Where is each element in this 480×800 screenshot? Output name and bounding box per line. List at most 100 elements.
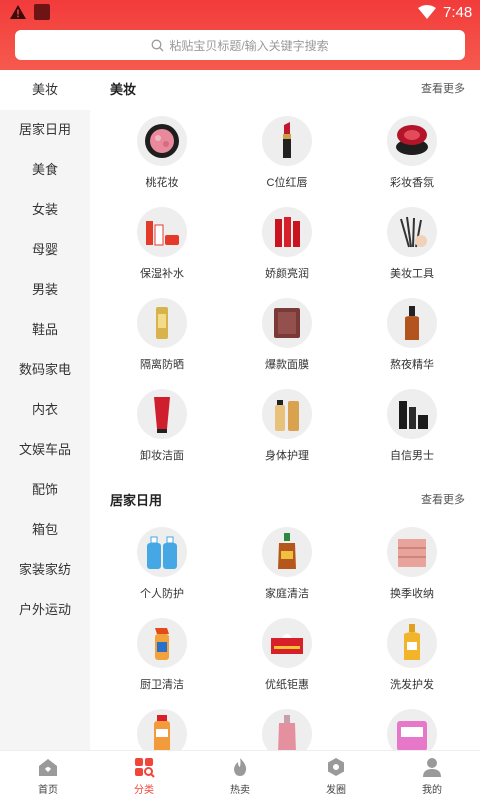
category-item[interactable]: 自信男士 [362,389,462,480]
category-item[interactable]: C位红唇 [237,116,337,207]
category-item[interactable] [112,709,212,750]
item-label: 熬夜精华 [390,359,434,371]
alert-icon [10,5,26,19]
item-label: 优纸钜惠 [265,679,309,691]
item-thumb [387,527,437,577]
item-label: 保湿补水 [140,268,184,280]
sidebar-item-baby[interactable]: 母婴 [0,230,90,270]
item-label: 桃花妆 [145,177,179,189]
category-item[interactable]: 熬夜精华 [362,298,462,389]
sidebar-item-underwear[interactable]: 内衣 [0,390,90,430]
item-thumb [137,389,187,439]
category-item[interactable] [362,709,462,750]
tab-hot[interactable]: 热卖 [192,751,288,800]
item-label: 厨卫清洁 [140,679,184,691]
item-label: 卸妆洁面 [140,450,184,462]
tab-label: 我的 [422,784,442,796]
blush-compact-icon [145,124,179,158]
serum-bottles-icon [275,217,300,247]
item-label: 爆款面膜 [265,359,309,371]
sidebar-item-outdoor[interactable]: 户外运动 [0,590,90,630]
hot-icon [234,757,247,776]
item-label: 个人防护 [140,588,184,600]
sidebar-item-home-textiles[interactable]: 家装家纺 [0,550,90,590]
category-item[interactable]: 桃花妆 [112,116,212,207]
item-thumb [262,527,312,577]
item-label: 美妆工具 [390,268,434,280]
storage-box-icon [398,539,426,567]
item-label: 彩妆香氛 [390,177,434,189]
item-thumb [137,207,187,257]
category-item[interactable]: 保湿补水 [112,207,212,298]
item-label: 隔离防晒 [140,359,184,371]
tab-profile[interactable]: 我的 [384,751,480,800]
tab-category[interactable]: 分类 [96,751,192,800]
mens-care-icon [399,401,428,429]
moments-icon [328,757,344,776]
wifi-icon [418,5,436,19]
category-item[interactable]: 美妆工具 [362,207,462,298]
sidebar-item-shoes[interactable]: 鞋品 [0,310,90,350]
item-thumb [137,527,187,577]
item-thumb [262,709,312,750]
category-item[interactable]: 洗发护发 [362,618,462,709]
category-item[interactable]: 身体护理 [237,389,337,480]
tab-label: 发圈 [326,784,346,796]
category-item[interactable]: 卸妆洁面 [112,389,212,480]
sidebar-item-makeup[interactable]: 美妆 [0,70,90,110]
category-item[interactable]: 娇颜亮润 [237,207,337,298]
search-icon [151,39,164,51]
section-header-household: 居家日用 查看更多 [110,489,465,509]
profile-icon [423,757,441,777]
item-label: 换季收纳 [390,588,434,600]
item-thumb [387,389,437,439]
item-label: 身体护理 [265,450,309,462]
sidebar-item-menswear[interactable]: 男装 [0,270,90,310]
sidebar-item-accessories[interactable]: 配饰 [0,470,90,510]
skincare-set-icon [146,221,179,246]
category-item[interactable] [237,709,337,750]
category-item[interactable]: 隔离防晒 [112,298,212,389]
sidebar-item-food[interactable]: 美食 [0,150,90,190]
sidebar-item-household[interactable]: 居家日用 [0,110,90,150]
category-item[interactable]: 换季收纳 [362,527,462,618]
spray-cleaner-icon [155,628,169,660]
status-time: 7:48 [443,4,473,21]
category-sidebar: 美妆 居家日用 美食 女装 母婴 男装 鞋品 数码家电 内衣 文娱车品 配饰 箱… [0,70,90,750]
item-label: 家庭清洁 [265,588,309,600]
sidebar-item-electronics[interactable]: 数码家电 [0,350,90,390]
category-icon [135,757,155,778]
category-item[interactable]: 爆款面膜 [237,298,337,389]
sidebar-item-entertainment-car[interactable]: 文娱车品 [0,430,90,470]
search-box[interactable]: 粘贴宝贝标题/输入关键字搜索 [15,30,465,60]
bottom-tab-bar: 首页 分类 热卖 发圈 我的 [0,750,480,800]
section-title: 居家日用 [110,492,163,508]
perfume-icon [278,715,296,750]
category-item[interactable]: 个人防护 [112,527,212,618]
view-more-link[interactable]: 查看更多 [421,80,465,96]
sidebar-item-womenswear[interactable]: 女装 [0,190,90,230]
item-thumb [137,709,187,750]
sanitizer-icon [147,536,177,569]
item-thumb [387,298,437,348]
item-thumb [387,709,437,750]
item-thumb [262,618,312,668]
category-item[interactable]: 厨卫清洁 [112,618,212,709]
view-more-link[interactable]: 查看更多 [421,491,465,507]
category-item[interactable]: 家庭清洁 [237,527,337,618]
sidebar-item-bags[interactable]: 箱包 [0,510,90,550]
item-thumb [387,207,437,257]
app-icon [34,4,50,20]
tab-moments[interactable]: 发圈 [288,751,384,800]
app-header: 7:48 粘贴宝贝标题/输入关键字搜索 [0,0,480,70]
item-label: 娇颜亮润 [265,268,309,280]
category-item[interactable]: 彩妆香氛 [362,116,462,207]
cushion-compact-icon [396,125,428,155]
item-thumb [387,618,437,668]
tab-label: 首页 [38,784,58,796]
home-icon [39,758,57,776]
item-thumb [262,389,312,439]
item-thumb [137,116,187,166]
category-item[interactable]: 优纸钜惠 [237,618,337,709]
tab-home[interactable]: 首页 [0,751,96,800]
